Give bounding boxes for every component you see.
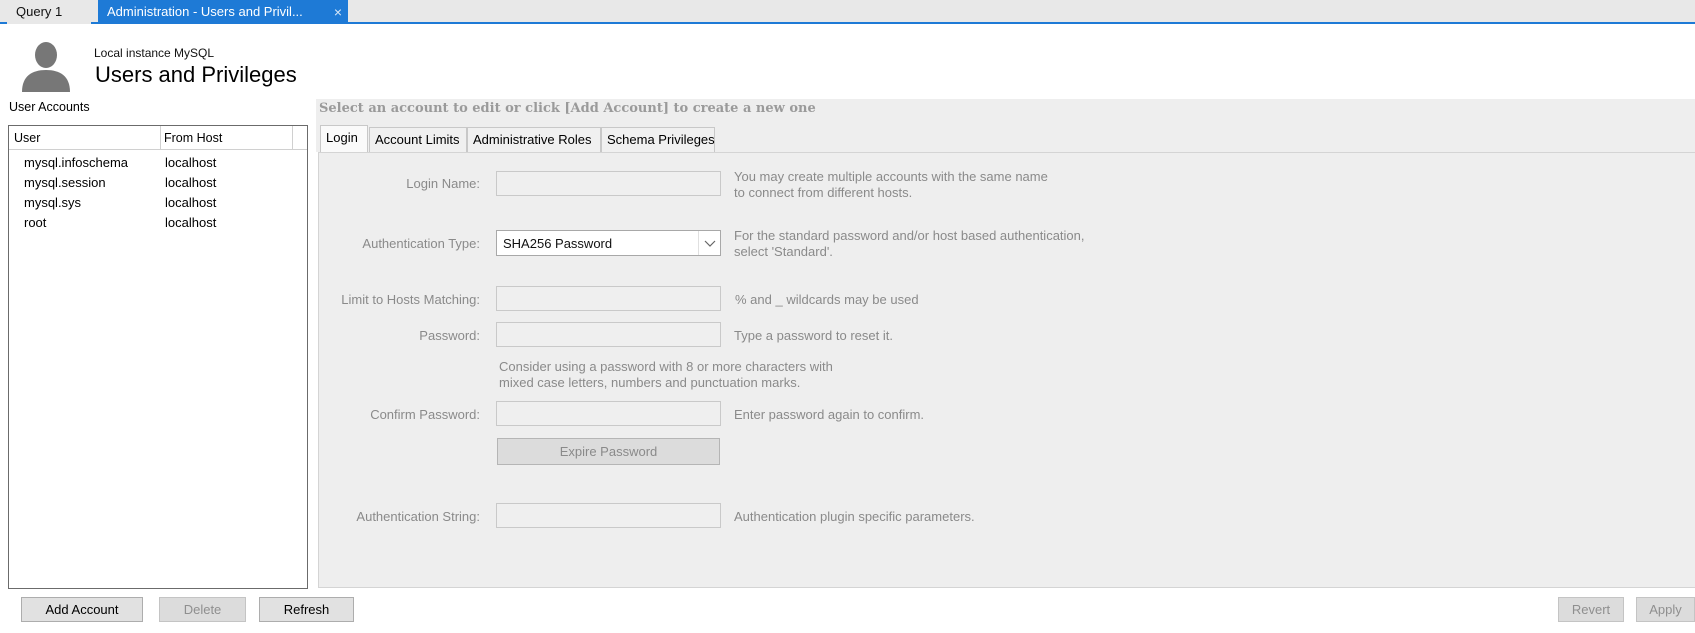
instance-name: Local instance MySQL: [94, 46, 215, 60]
password-advice-line: mixed case letters, numbers and punctuat…: [499, 375, 801, 390]
tab-administration-users[interactable]: Administration - Users and Privil... ×: [98, 0, 348, 24]
user-account-row[interactable]: root localhost: [9, 213, 307, 233]
instruction-hint: Select an account to edit or click [Add …: [316, 99, 1695, 118]
user-accounts-header: User From Host: [9, 126, 307, 150]
details-tab-strip: Login Account Limits Administrative Role…: [316, 118, 1695, 153]
login-name-help: You may create multiple accounts with th…: [734, 169, 1048, 201]
close-tab-icon[interactable]: ×: [334, 0, 342, 24]
user-name: mysql.infoschema: [24, 155, 129, 170]
tab-schema-privileges[interactable]: Schema Privileges: [601, 127, 715, 152]
tab-administration-users-label: Administration - Users and Privil...: [107, 4, 303, 19]
auth-type-help: For the standard password and/or host ba…: [734, 228, 1085, 260]
auth-string-input[interactable]: [496, 503, 721, 528]
auth-string-help: Authentication plugin specific parameter…: [734, 509, 975, 524]
user-accounts-label: User Accounts: [9, 100, 90, 114]
tab-query-1-label: Query 1: [16, 4, 63, 19]
password-advice: Consider using a password with 8 or more…: [499, 359, 833, 391]
auth-type-value: SHA256 Password: [503, 236, 613, 251]
user-name: mysql.sys: [24, 195, 82, 210]
hosts-input[interactable]: [496, 286, 721, 311]
refresh-button[interactable]: Refresh: [259, 597, 354, 622]
password-help: Type a password to reset it.: [734, 328, 893, 343]
apply-button[interactable]: Apply: [1636, 597, 1695, 622]
revert-button[interactable]: Revert: [1558, 597, 1624, 622]
user-name: mysql.session: [24, 175, 106, 190]
login-name-label: Login Name:: [406, 176, 480, 191]
auth-type-help-line: For the standard password and/or host ba…: [734, 228, 1085, 243]
auth-type-label: Authentication Type:: [362, 236, 480, 251]
auth-type-help-line: select 'Standard'.: [734, 244, 833, 259]
user-host: localhost: [165, 215, 217, 230]
user-name: root: [24, 215, 47, 230]
user-account-row[interactable]: mysql.infoschema localhost: [9, 153, 307, 173]
password-input[interactable]: [496, 322, 721, 347]
user-host: localhost: [165, 195, 217, 210]
login-name-help-line: to connect from different hosts.: [734, 185, 913, 200]
login-name-help-line: You may create multiple accounts with th…: [734, 169, 1048, 184]
tab-administrative-roles[interactable]: Administrative Roles: [467, 127, 601, 152]
tab-login[interactable]: Login: [320, 125, 368, 153]
auth-string-label: Authentication String:: [356, 509, 480, 524]
user-account-row[interactable]: mysql.sys localhost: [9, 193, 307, 213]
delete-button[interactable]: Delete: [159, 597, 246, 622]
hosts-label: Limit to Hosts Matching:: [341, 292, 480, 307]
confirm-password-label: Confirm Password:: [370, 407, 480, 422]
user-host: localhost: [165, 175, 217, 190]
column-header-from-host[interactable]: From Host: [164, 131, 222, 145]
user-avatar-icon: [22, 42, 70, 92]
confirm-password-input[interactable]: [496, 401, 721, 426]
confirm-password-help: Enter password again to confirm.: [734, 407, 925, 422]
expire-password-button[interactable]: Expire Password: [497, 438, 720, 465]
login-name-input[interactable]: [496, 171, 721, 196]
auth-type-select[interactable]: SHA256 Password: [496, 230, 721, 256]
column-separator[interactable]: [292, 126, 293, 150]
user-host: localhost: [165, 155, 217, 170]
tab-query-1[interactable]: Query 1: [7, 0, 91, 24]
column-header-user[interactable]: User: [14, 131, 40, 145]
chevron-down-icon[interactable]: [698, 231, 720, 255]
password-advice-line: Consider using a password with 8 or more…: [499, 359, 833, 374]
password-label: Password:: [419, 328, 480, 343]
column-separator[interactable]: [160, 126, 161, 150]
tab-account-limits[interactable]: Account Limits: [369, 127, 467, 152]
add-account-button[interactable]: Add Account: [21, 597, 143, 622]
hosts-help: % and _ wildcards may be used: [735, 292, 919, 307]
page-title: Users and Privileges: [95, 62, 297, 87]
